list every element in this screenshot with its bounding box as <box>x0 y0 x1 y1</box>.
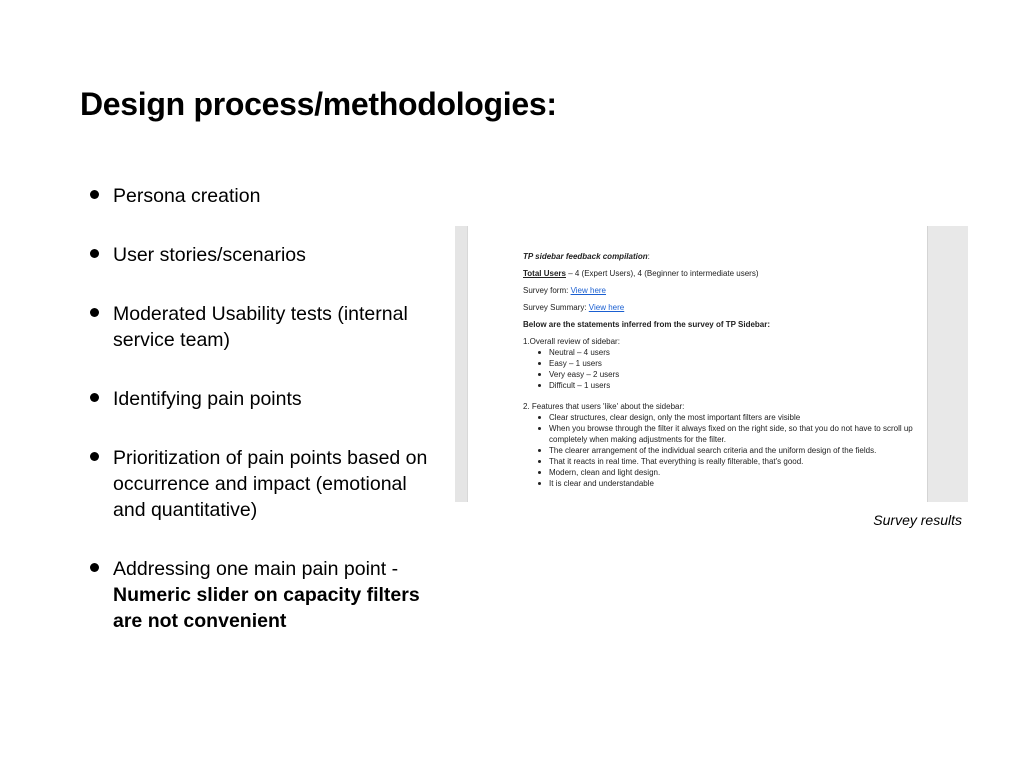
list-item: Addressing one main pain point - Numeric… <box>88 556 428 634</box>
bullet-bold-text: Numeric slider on capacity filters are n… <box>113 584 420 632</box>
bullet-icon <box>90 452 99 461</box>
survey-heading: TP sidebar feedback compilation: <box>523 252 650 261</box>
liked-features-list: Clear structures, clear design, only the… <box>523 412 923 489</box>
section-title: 2. Features that users 'like' about the … <box>523 402 685 411</box>
list-item: Neutral – 4 users <box>523 347 923 358</box>
survey-document: TP sidebar feedback compilation: Total U… <box>468 226 927 502</box>
list-item: When you browse through the filter it al… <box>523 423 923 445</box>
survey-summary-line: Survey Summary: View here <box>523 303 625 312</box>
survey-form-line: Survey form: View here <box>523 286 607 295</box>
bullet-text: Identifying pain points <box>113 388 302 410</box>
list-item: Very easy – 2 users <box>523 369 923 380</box>
list-item: Moderated Usability tests (internal serv… <box>88 301 428 353</box>
list-item: Difficult – 1 users <box>523 380 923 391</box>
section-title: 1.Overall review of sidebar: <box>523 337 620 346</box>
bullet-text: Persona creation <box>113 185 261 207</box>
bullet-text: User stories/scenarios <box>113 244 306 266</box>
image-caption: Survey results <box>873 512 962 528</box>
bullet-icon <box>90 563 99 572</box>
overall-review-list: Neutral – 4 users Easy – 1 users Very ea… <box>523 347 923 391</box>
screenshot-left-margin <box>455 226 468 502</box>
list-item: It is clear and understandable <box>523 478 923 489</box>
list-item: Easy – 1 users <box>523 358 923 369</box>
screenshot-right-margin <box>927 226 968 502</box>
survey-form-link[interactable]: View here <box>571 286 606 295</box>
bullet-icon <box>90 308 99 317</box>
list-item: Prioritization of pain points based on o… <box>88 445 428 523</box>
bullet-icon <box>90 393 99 402</box>
bullet-text: Addressing one main pain point - <box>113 558 399 580</box>
list-item: The clearer arrangement of the individua… <box>523 445 923 456</box>
statements-heading: Below are the statements inferred from t… <box>523 320 771 329</box>
list-item: User stories/scenarios <box>88 242 428 268</box>
list-item: That it reacts in real time. That everyt… <box>523 456 923 467</box>
bullet-text: Moderated Usability tests (internal serv… <box>113 303 408 351</box>
survey-content: TP sidebar feedback compilation: Total U… <box>523 251 923 496</box>
page-title: Design process/methodologies: <box>80 86 557 122</box>
list-item: Modern, clean and light design. <box>523 467 923 478</box>
methodology-list: Persona creation User stories/scenarios … <box>88 183 428 634</box>
list-item: Clear structures, clear design, only the… <box>523 412 923 423</box>
survey-summary-link[interactable]: View here <box>589 303 624 312</box>
bullet-text: Prioritization of pain points based on o… <box>113 447 428 521</box>
bullet-icon <box>90 249 99 258</box>
total-users-line: Total Users – 4 (Expert Users), 4 (Begin… <box>523 269 759 278</box>
list-item: Persona creation <box>88 183 428 209</box>
survey-screenshot: TP sidebar feedback compilation: Total U… <box>455 226 968 502</box>
slide: { "title": "Design process/methodologies… <box>0 0 1024 768</box>
list-item: Identifying pain points <box>88 386 428 412</box>
bullet-icon <box>90 190 99 199</box>
